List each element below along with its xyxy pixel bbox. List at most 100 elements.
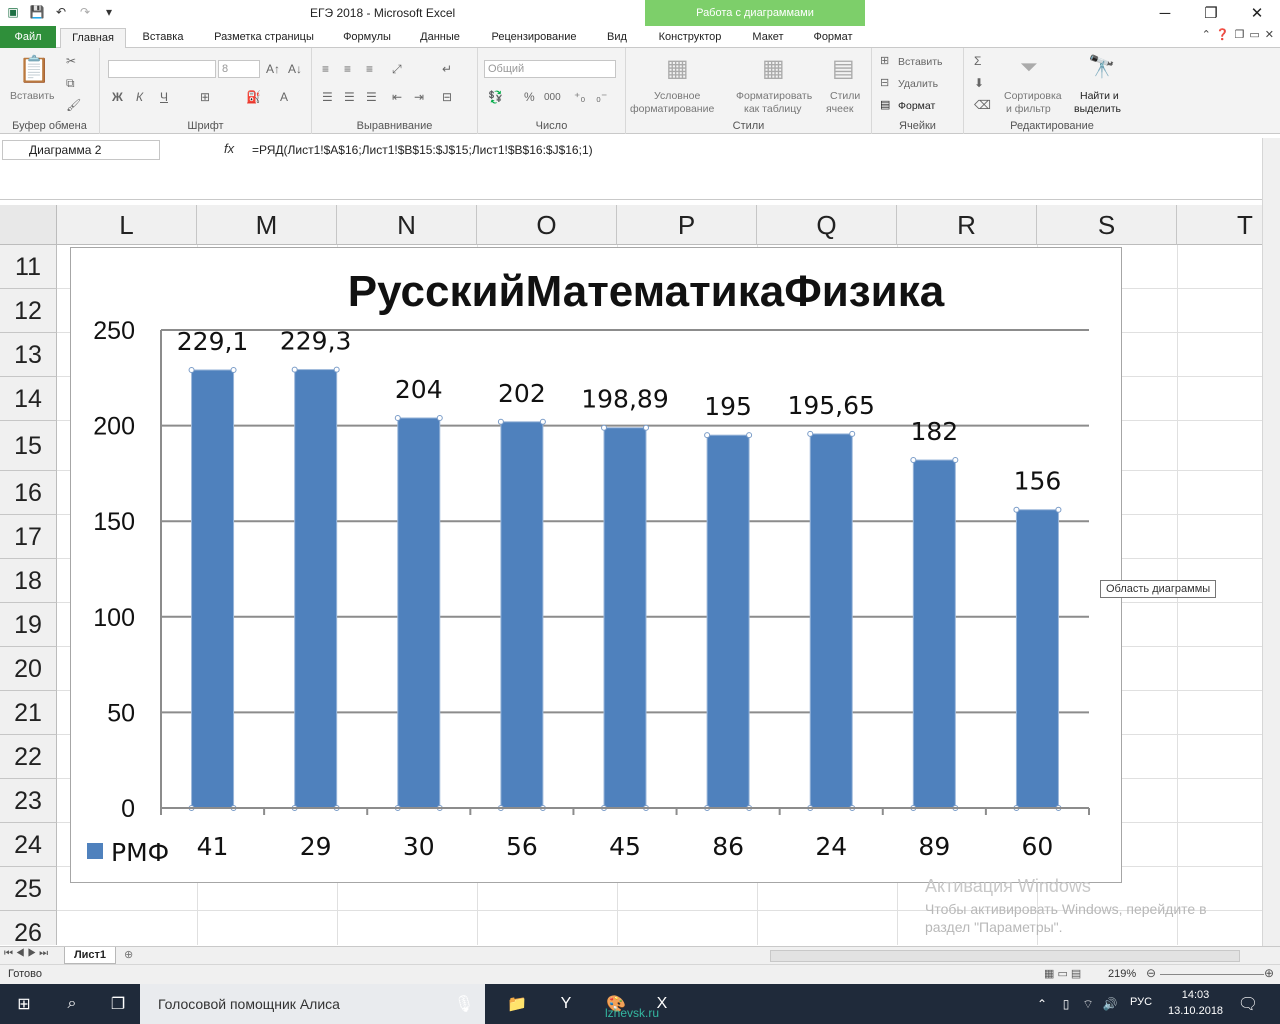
find-select-line2[interactable]: выделить bbox=[1074, 103, 1121, 115]
help-icon[interactable]: ❓ bbox=[1216, 28, 1230, 41]
formula-input[interactable]: =РЯД(Лист1!$A$16;Лист1!$B$15:$J$15;Лист1… bbox=[252, 143, 593, 157]
name-box[interactable]: Диаграмма 2 bbox=[2, 140, 160, 160]
paste-icon[interactable]: 📋 bbox=[18, 54, 50, 85]
sheet-tab-1[interactable]: Лист1 bbox=[64, 947, 116, 964]
file-explorer-icon[interactable]: 📁 bbox=[505, 992, 529, 1016]
tab-insert[interactable]: Вставка bbox=[134, 28, 192, 48]
view-buttons[interactable]: ▦ ▭ ▤ bbox=[1044, 967, 1081, 980]
search-icon[interactable]: ⌕ bbox=[60, 992, 84, 1016]
row-header[interactable]: 20 bbox=[0, 647, 57, 691]
cell-styles-line1[interactable]: Стили bbox=[830, 90, 860, 102]
row-header[interactable]: 13 bbox=[0, 333, 57, 377]
align-left-icon[interactable]: ☰ bbox=[322, 90, 333, 104]
align-right-icon[interactable]: ☰ bbox=[366, 90, 377, 104]
restore-icon[interactable]: ❐ bbox=[1188, 0, 1234, 26]
column-header[interactable]: R bbox=[897, 205, 1037, 245]
chart-area[interactable]: РусскийМатематикаФизика 0 50 100 150 200 250 22… bbox=[70, 247, 1122, 883]
yandex-browser-icon[interactable]: Y bbox=[554, 992, 578, 1016]
column-header[interactable]: Q bbox=[757, 205, 897, 245]
row-header[interactable]: 23 bbox=[0, 779, 57, 823]
vertical-scrollbar[interactable] bbox=[1262, 138, 1280, 946]
paste-button[interactable]: Вставить bbox=[10, 90, 55, 102]
insert-cells-icon[interactable]: ⊞ bbox=[880, 54, 889, 67]
tab-chart-format[interactable]: Формат bbox=[804, 28, 862, 48]
tab-data[interactable]: Данные bbox=[410, 28, 470, 48]
column-header[interactable]: O bbox=[477, 205, 617, 245]
align-top-icon[interactable]: ≡ bbox=[322, 62, 329, 76]
column-header[interactable]: T bbox=[1177, 205, 1262, 245]
borders-icon[interactable]: ⊞ bbox=[200, 90, 210, 104]
format-as-table-icon[interactable]: ▦ bbox=[762, 54, 785, 83]
zoom-out-icon[interactable]: ⊖ bbox=[1146, 966, 1156, 980]
new-sheet-icon[interactable]: ⊕ bbox=[124, 948, 133, 961]
row-header[interactable]: 18 bbox=[0, 559, 57, 603]
format-painter-icon[interactable]: 🖌 bbox=[66, 98, 81, 112]
copy-icon[interactable]: ⧉ bbox=[66, 76, 75, 91]
align-bottom-icon[interactable]: ≡ bbox=[366, 62, 373, 76]
format-cells-icon[interactable]: ▤ bbox=[880, 98, 890, 111]
save-icon[interactable]: 💾 bbox=[28, 3, 46, 21]
orientation-icon[interactable]: ⤢ bbox=[392, 62, 402, 77]
select-all-corner[interactable] bbox=[0, 205, 57, 245]
align-middle-icon[interactable]: ≡ bbox=[344, 62, 351, 76]
increase-indent-icon[interactable]: ⇥ bbox=[414, 90, 424, 104]
font-size-combo[interactable]: 8 bbox=[218, 60, 260, 78]
column-header[interactable]: P bbox=[617, 205, 757, 245]
tray-device-icon[interactable]: ▯ bbox=[1054, 992, 1078, 1016]
language-indicator[interactable]: РУС bbox=[1130, 996, 1152, 1008]
tab-formulas[interactable]: Формулы bbox=[334, 28, 400, 48]
merge-cells-icon[interactable]: ⊟ bbox=[442, 90, 452, 104]
zoom-in-icon[interactable]: ⊕ bbox=[1264, 966, 1274, 980]
wrap-text-icon[interactable]: ↵ bbox=[442, 62, 452, 76]
row-header[interactable]: 14 bbox=[0, 377, 57, 421]
row-header[interactable]: 19 bbox=[0, 603, 57, 647]
bold-button[interactable]: Ж bbox=[112, 90, 123, 104]
find-select-icon[interactable]: 🔭 bbox=[1088, 54, 1115, 80]
row-header[interactable]: 21 bbox=[0, 691, 57, 735]
row-header[interactable]: 12 bbox=[0, 289, 57, 333]
cell-styles-line2[interactable]: ячеек bbox=[826, 103, 853, 115]
fill-icon[interactable]: ⬇ bbox=[974, 76, 984, 90]
sort-filter-line2[interactable]: и фильтр bbox=[1006, 103, 1051, 115]
horizontal-scrollbar[interactable] bbox=[770, 950, 1240, 962]
close-workbook-icon[interactable]: ✕ bbox=[1265, 28, 1274, 41]
row-header[interactable]: 16 bbox=[0, 471, 57, 515]
tab-page-layout[interactable]: Разметка страницы bbox=[204, 28, 324, 48]
tab-chart-design[interactable]: Конструктор bbox=[650, 28, 730, 48]
currency-icon[interactable]: 💱 bbox=[488, 90, 503, 104]
format-as-table-line2[interactable]: как таблицу bbox=[744, 103, 802, 115]
zoom-level[interactable]: 219% bbox=[1108, 968, 1136, 980]
italic-button[interactable]: К bbox=[136, 90, 143, 104]
zoom-slider[interactable] bbox=[1160, 974, 1264, 975]
fill-color-icon[interactable]: ⛽ bbox=[246, 90, 261, 104]
task-view-icon[interactable]: ❐ bbox=[106, 992, 130, 1016]
conditional-format-icon[interactable]: ▦ bbox=[666, 54, 689, 83]
tab-chart-layout[interactable]: Макет bbox=[742, 28, 794, 48]
find-select-line1[interactable]: Найти и bbox=[1080, 90, 1119, 102]
delete-cells-button[interactable]: Удалить bbox=[898, 78, 938, 90]
conditional-format-line1[interactable]: Условное bbox=[654, 90, 700, 102]
column-header[interactable]: L bbox=[57, 205, 197, 245]
redo-icon[interactable]: ↷ bbox=[76, 3, 94, 21]
cut-icon[interactable]: ✂ bbox=[66, 54, 76, 68]
tab-review[interactable]: Рецензирование bbox=[482, 28, 586, 48]
tray-arrow-icon[interactable]: ⌃ bbox=[1030, 992, 1054, 1016]
thousands-button[interactable]: 000 bbox=[544, 92, 561, 103]
font-color-icon[interactable]: A bbox=[280, 90, 288, 104]
close-icon[interactable]: ✕ bbox=[1234, 0, 1280, 26]
font-name-combo[interactable] bbox=[108, 60, 216, 78]
insert-cells-button[interactable]: Вставить bbox=[898, 56, 943, 68]
undo-icon[interactable]: ↶ bbox=[52, 3, 70, 21]
percent-button[interactable]: % bbox=[524, 90, 535, 104]
clear-icon[interactable]: ⌫ bbox=[974, 98, 991, 112]
cell-styles-icon[interactable]: ▤ bbox=[832, 54, 855, 83]
tab-home[interactable]: Главная bbox=[60, 28, 126, 48]
row-header[interactable]: 22 bbox=[0, 735, 57, 779]
decrease-decimal-icon[interactable]: ₀⁻ bbox=[596, 90, 607, 104]
number-format-combo[interactable]: Общий bbox=[484, 60, 616, 78]
bar-chart[interactable]: РусскийМатематикаФизика 0 50 100 150 200 250 22… bbox=[71, 248, 1121, 882]
restore-workbook-icon[interactable]: ❐ bbox=[1235, 28, 1245, 41]
column-header[interactable]: N bbox=[337, 205, 477, 245]
voice-assistant-box[interactable]: Голосовой помощник Алиса bbox=[140, 984, 485, 1024]
minimize-icon[interactable]: ─ bbox=[1142, 0, 1188, 26]
